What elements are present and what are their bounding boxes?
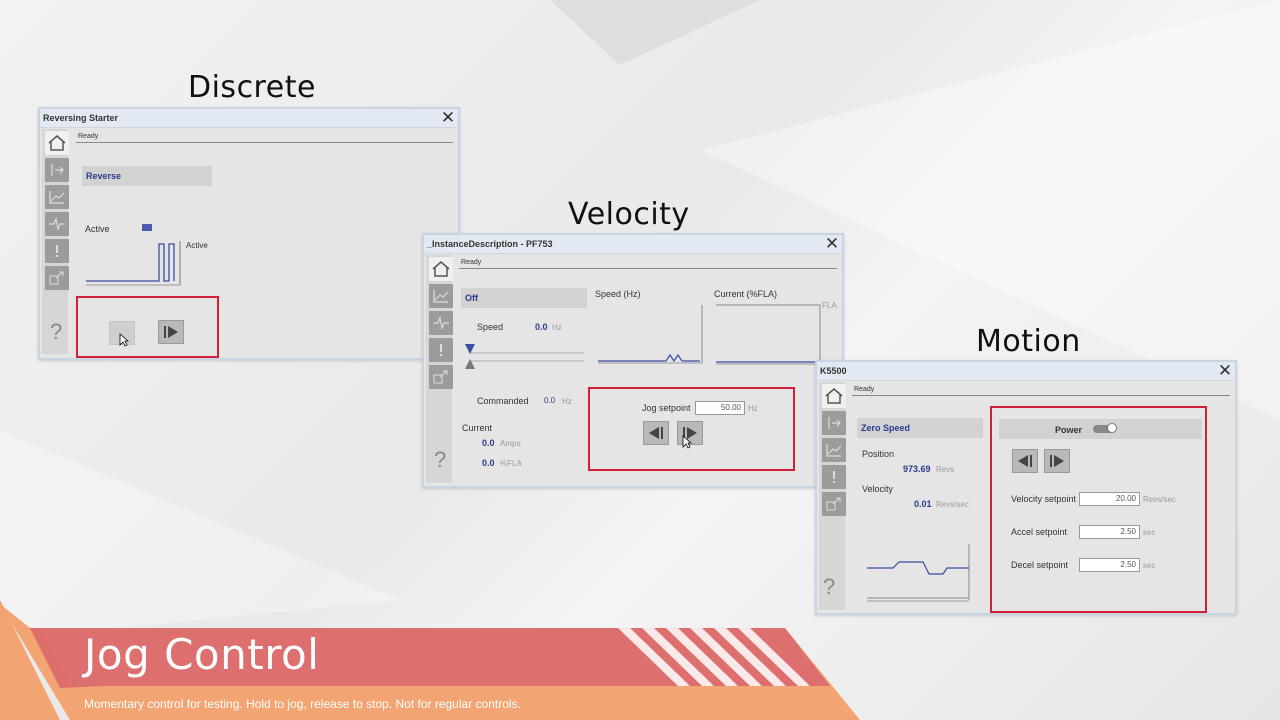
trend-icon[interactable] bbox=[45, 185, 69, 209]
commanded-value: 0.0 bbox=[544, 396, 556, 405]
status-divider bbox=[459, 268, 837, 269]
help-icon[interactable]: ? bbox=[823, 574, 835, 600]
close-icon[interactable]: ✕ bbox=[440, 109, 456, 126]
mode-header: Reverse bbox=[82, 166, 212, 186]
popout-icon[interactable] bbox=[822, 492, 846, 516]
alarm-icon[interactable] bbox=[429, 338, 453, 362]
transfer-icon[interactable] bbox=[822, 411, 846, 435]
trend-active-label: Active bbox=[186, 241, 208, 250]
speed-value: 0.0 bbox=[535, 322, 548, 332]
commanded-unit: Hz bbox=[562, 397, 572, 406]
trend-icon[interactable] bbox=[429, 284, 453, 308]
trend-icon[interactable] bbox=[822, 438, 846, 462]
speed-trend bbox=[598, 305, 703, 364]
alarm-icon[interactable] bbox=[822, 465, 846, 489]
current-amps-value: 0.0 bbox=[482, 438, 495, 448]
home-icon[interactable] bbox=[45, 131, 69, 155]
heading-velocity: Velocity bbox=[568, 197, 690, 232]
speed-bar bbox=[465, 344, 584, 369]
heading-motion: Motion bbox=[976, 324, 1081, 359]
velocity-label: Velocity bbox=[862, 484, 894, 494]
current-trend-label: Current (%FLA) bbox=[714, 289, 778, 299]
help-icon[interactable]: ? bbox=[434, 447, 446, 473]
current-amps-unit: Amps bbox=[500, 439, 521, 448]
speed-unit: Hz bbox=[552, 323, 562, 332]
position-label: Position bbox=[862, 449, 895, 459]
velocity-value: 0.01 bbox=[914, 499, 932, 509]
active-trend bbox=[86, 241, 181, 286]
fla-axis-label: FLA bbox=[822, 301, 837, 310]
banner-title: Jog Control bbox=[84, 630, 320, 679]
speed-label: Speed bbox=[477, 322, 504, 332]
status-text: Ready bbox=[461, 259, 482, 266]
motion-jog-highlight bbox=[990, 406, 1207, 613]
discrete-jog-highlight bbox=[76, 296, 219, 358]
close-icon[interactable]: ✕ bbox=[824, 235, 840, 252]
popout-icon[interactable] bbox=[45, 266, 69, 290]
position-value: 973.69 bbox=[903, 464, 931, 474]
help-icon[interactable]: ? bbox=[50, 319, 62, 345]
active-indicator bbox=[142, 224, 152, 231]
diagnostics-icon[interactable] bbox=[429, 311, 453, 335]
status-divider bbox=[852, 395, 1230, 396]
current-label: Current bbox=[462, 423, 493, 433]
heading-discrete: Discrete bbox=[188, 70, 316, 105]
status-text: Ready bbox=[854, 386, 875, 393]
transfer-icon[interactable] bbox=[45, 158, 69, 182]
commanded-label: Commanded bbox=[477, 396, 529, 406]
alarm-icon[interactable] bbox=[45, 239, 69, 263]
faceplate-title: K5500 bbox=[817, 362, 1235, 381]
diagnostics-icon[interactable] bbox=[45, 212, 69, 236]
state-header: Off bbox=[461, 288, 587, 308]
speed-trend-label: Speed (Hz) bbox=[595, 289, 641, 299]
status-divider bbox=[76, 142, 453, 143]
velocity-trend bbox=[867, 544, 970, 602]
state-header: Zero Speed bbox=[857, 418, 983, 438]
banner-subtitle: Momentary control for testing. Hold to j… bbox=[84, 697, 521, 711]
current-fla-unit: %FLA bbox=[500, 459, 522, 468]
active-label: Active bbox=[85, 224, 110, 234]
popout-icon[interactable] bbox=[429, 365, 453, 389]
status-text: Ready bbox=[78, 133, 99, 140]
faceplate-title: _InstanceDescription - PF753 bbox=[424, 235, 842, 254]
home-icon[interactable] bbox=[822, 384, 846, 408]
close-icon[interactable]: ✕ bbox=[1217, 362, 1233, 379]
faceplate-title: Reversing Starter bbox=[40, 109, 458, 128]
velocity-jog-highlight bbox=[588, 387, 795, 471]
position-unit: Revs bbox=[936, 465, 955, 474]
velocity-unit: Revs/sec bbox=[936, 500, 969, 509]
current-fla-value: 0.0 bbox=[482, 458, 495, 468]
current-trend bbox=[716, 304, 821, 365]
home-icon[interactable] bbox=[429, 257, 453, 281]
